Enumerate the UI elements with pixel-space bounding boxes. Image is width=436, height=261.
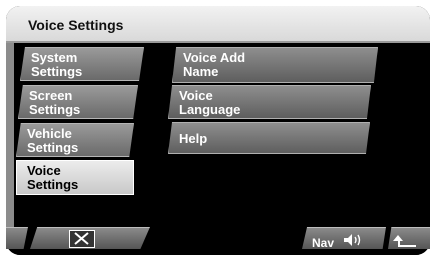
nav-label: Nav [312, 236, 335, 250]
menu-item-label: Name [183, 64, 219, 79]
sidebar-item-label: Vehicle [27, 126, 72, 141]
menu-item-label: Help [179, 131, 208, 146]
title-bar: Voice Settings [6, 6, 430, 43]
sidebar-item-label: Screen [29, 88, 73, 103]
speaker-icon [344, 234, 361, 246]
voice-language-button[interactable]: Voice Language [168, 85, 371, 119]
close-icon [69, 230, 95, 248]
sidebar-item-label: System [31, 50, 78, 65]
sidebar-item-label: Settings [31, 64, 83, 79]
page-title: Voice Settings [28, 17, 124, 33]
sidebar-item-system-settings[interactable]: System Settings [20, 47, 144, 81]
help-button[interactable]: Help [168, 122, 370, 154]
sidebar-item-screen-settings[interactable]: Screen Settings [18, 85, 138, 119]
left-edge-strip [6, 43, 14, 233]
sidebar-item-label: Settings [27, 177, 79, 192]
sidebar-item-vehicle-settings[interactable]: Vehicle Settings [16, 123, 134, 157]
voice-add-name-button[interactable]: Voice Add Name [172, 47, 378, 83]
sidebar-item-voice-settings[interactable]: Voice Settings [16, 160, 134, 195]
menu-item-label: Voice Add [183, 50, 246, 65]
back-arrow-icon [393, 235, 416, 247]
sidebar-item-label: Settings [29, 102, 81, 117]
menu-item-label: Voice [179, 88, 213, 103]
screen: Voice Settings System Settings Screen Se… [6, 6, 430, 255]
close-icon-glyph [74, 232, 89, 245]
sidebar-item-label: Settings [27, 140, 79, 155]
sidebar-item-label: Voice [27, 163, 61, 178]
menu-item-label: Language [179, 102, 241, 117]
